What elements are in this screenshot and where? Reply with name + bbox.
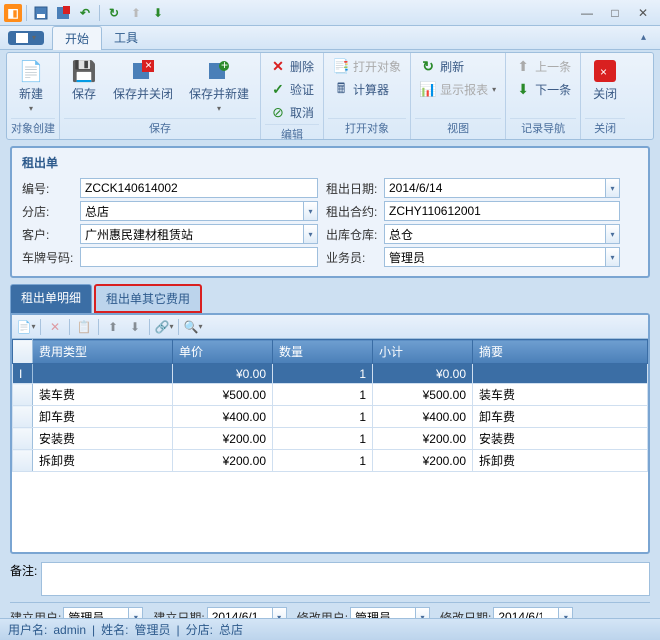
group-label: 对象创建 — [11, 118, 55, 137]
table-row[interactable]: 卸车费¥400.001¥400.00卸车费 — [13, 406, 648, 428]
delete-icon: ✕ — [270, 59, 286, 75]
group-label: 保存 — [64, 118, 256, 137]
tab-start[interactable]: 开始 — [52, 26, 102, 50]
grid-delete-button: ✕ — [45, 318, 65, 336]
down-icon: ⬇ — [515, 82, 531, 98]
form-panel: 租出单 编号: 租出日期:▾ 分店:▾ 租出合约: 客户:▾ 出库仓库:▾ 车牌… — [10, 146, 650, 278]
calculator-icon: 🖩 — [333, 82, 349, 98]
new-button[interactable]: 📄 新建▾ — [11, 55, 51, 117]
verify-button[interactable]: ✓验证 — [265, 78, 319, 101]
open-object-button: 📑打开对象 — [328, 55, 406, 78]
report-icon: 📊 — [420, 82, 436, 98]
customer-field[interactable] — [80, 224, 304, 244]
close-window-button[interactable]: ✕ — [630, 4, 656, 22]
contract-field[interactable] — [384, 201, 620, 221]
save-new-button[interactable]: +保存并新建▾ — [182, 55, 256, 117]
delete-button[interactable]: ✕删除 — [265, 55, 319, 78]
chevron-down-icon[interactable]: ▾ — [606, 178, 620, 198]
grid-panel: 📄▾ ✕ 📋 ⬆ ⬇ 🔗▾ 🔍▾ 费用类型 单价 数量 小计 摘要 I¥0.00… — [10, 313, 650, 554]
grid-toolbar: 📄▾ ✕ 📋 ⬆ ⬇ 🔗▾ 🔍▾ — [12, 315, 648, 339]
col-subtotal[interactable]: 小计 — [373, 340, 473, 364]
calculator-button[interactable]: 🖩计算器 — [328, 78, 406, 101]
report-button: 📊显示报表▾ — [415, 78, 501, 101]
col-type[interactable]: 费用类型 — [33, 340, 173, 364]
statusbar: 用户名:admin | 姓名:管理员 | 分店:总店 — [0, 618, 660, 640]
tab-detail[interactable]: 租出单明细 — [10, 284, 92, 313]
save-icon: 💾 — [72, 59, 96, 83]
table-row[interactable]: I¥0.001¥0.00 — [13, 364, 648, 384]
tab-tools[interactable]: 工具 — [102, 26, 150, 49]
refresh-icon: ↻ — [420, 59, 436, 75]
remark-label: 备注: — [10, 562, 37, 579]
warehouse-field[interactable] — [384, 224, 606, 244]
remark-field[interactable] — [41, 562, 650, 596]
fee-grid: 费用类型 单价 数量 小计 摘要 I¥0.001¥0.00装车费¥500.001… — [12, 339, 648, 472]
tab-other-fees[interactable]: 租出单其它费用 — [94, 284, 202, 313]
cancel-button[interactable]: ⊘取消 — [265, 101, 319, 124]
group-label: 关闭 — [585, 118, 625, 137]
maximize-button[interactable]: □ — [602, 4, 628, 22]
open-icon: 📑 — [333, 59, 349, 75]
svg-text:+: + — [221, 60, 228, 72]
group-label: 记录导航 — [510, 118, 576, 137]
menubar: ▾ 开始 工具 ▴ — [0, 26, 660, 50]
refresh-button[interactable]: ↻刷新 — [415, 55, 501, 78]
staff-field[interactable] — [384, 247, 606, 267]
plate-field[interactable] — [80, 247, 318, 267]
col-qty[interactable]: 数量 — [273, 340, 373, 364]
svg-text:×: × — [600, 65, 607, 79]
group-label: 视图 — [415, 118, 501, 137]
qat-prev-icon: ⬆ — [126, 3, 146, 23]
file-menu-button[interactable]: ▾ — [8, 31, 44, 45]
qat-undo-icon[interactable]: ↶ — [75, 3, 95, 23]
app-icon: ◧ — [4, 4, 22, 22]
date-field[interactable] — [384, 178, 606, 198]
grid-copy-button: 📋 — [74, 318, 94, 336]
chevron-down-icon[interactable]: ▾ — [606, 247, 620, 267]
ribbon: 📄 新建▾ 对象创建 💾保存 ×保存并关闭 +保存并新建▾ 保存 ✕删除 ✓验证… — [6, 52, 654, 140]
group-label: 编辑 — [265, 124, 319, 143]
prev-button: ⬆上一条 — [510, 55, 576, 78]
table-row[interactable]: 拆卸费¥200.001¥200.00拆卸费 — [13, 450, 648, 472]
grid-new-button[interactable]: 📄▾ — [16, 318, 36, 336]
check-icon: ✓ — [270, 82, 286, 98]
minimize-button[interactable]: ― — [574, 4, 600, 22]
grid-down-button: ⬇ — [125, 318, 145, 336]
chevron-down-icon[interactable]: ▾ — [304, 201, 318, 221]
up-icon: ⬆ — [515, 59, 531, 75]
save-button[interactable]: 💾保存 — [64, 55, 104, 106]
grid-search-button[interactable]: 🔍▾ — [183, 318, 203, 336]
table-row[interactable]: 安装费¥200.001¥200.00安装费 — [13, 428, 648, 450]
collapse-ribbon-icon[interactable]: ▴ — [635, 32, 652, 43]
qat-save-icon[interactable] — [31, 3, 51, 23]
next-button[interactable]: ⬇下一条 — [510, 78, 576, 101]
col-price[interactable]: 单价 — [173, 340, 273, 364]
branch-field[interactable] — [80, 201, 304, 221]
grid-link-button[interactable]: 🔗▾ — [154, 318, 174, 336]
save-new-icon: + — [207, 59, 231, 83]
qat-next-icon[interactable]: ⬇ — [148, 3, 168, 23]
grid-up-button: ⬆ — [103, 318, 123, 336]
table-row[interactable]: 装车费¥500.001¥500.00装车费 — [13, 384, 648, 406]
detail-tabs: 租出单明细 租出单其它费用 — [10, 284, 650, 313]
qat-saveclose-icon[interactable] — [53, 3, 73, 23]
cancel-icon: ⊘ — [270, 105, 286, 121]
group-label: 打开对象 — [328, 118, 406, 137]
col-remark[interactable]: 摘要 — [473, 340, 648, 364]
titlebar: ◧ ↶ ↻ ⬆ ⬇ ― □ ✕ — [0, 0, 660, 26]
chevron-down-icon[interactable]: ▾ — [304, 224, 318, 244]
qat-refresh-icon[interactable]: ↻ — [104, 3, 124, 23]
close-icon: × — [593, 59, 617, 83]
svg-text:×: × — [145, 60, 152, 72]
code-field[interactable] — [80, 178, 318, 198]
save-close-button[interactable]: ×保存并关闭 — [106, 55, 180, 106]
new-icon: 📄 — [19, 59, 43, 83]
panel-title: 租出单 — [22, 154, 638, 175]
chevron-down-icon[interactable]: ▾ — [606, 224, 620, 244]
close-button[interactable]: ×关闭 — [585, 55, 625, 106]
save-close-icon: × — [131, 59, 155, 83]
